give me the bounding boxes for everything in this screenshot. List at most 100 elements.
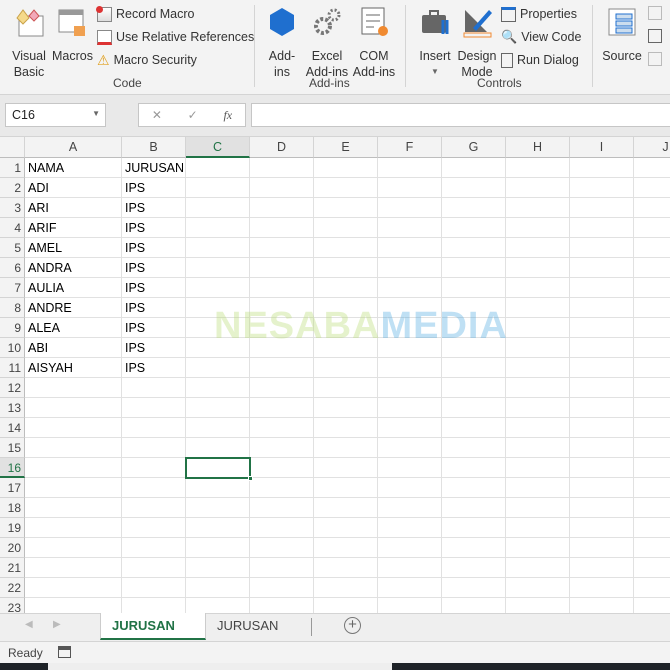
cell[interactable] bbox=[250, 418, 314, 438]
cell[interactable] bbox=[186, 338, 250, 358]
cell[interactable]: AULIA bbox=[25, 278, 122, 298]
cell[interactable] bbox=[634, 478, 670, 498]
cell[interactable] bbox=[634, 318, 670, 338]
cell[interactable] bbox=[378, 178, 442, 198]
cell[interactable] bbox=[25, 458, 122, 478]
cell[interactable] bbox=[250, 218, 314, 238]
cell[interactable] bbox=[506, 338, 570, 358]
cell[interactable] bbox=[442, 158, 506, 178]
cell[interactable] bbox=[378, 258, 442, 278]
cancel-icon[interactable]: ✕ bbox=[152, 108, 162, 122]
sheet-tab[interactable]: JURUSAN IPS bbox=[100, 613, 206, 659]
scroll-right-icon[interactable]: ▶ bbox=[53, 619, 61, 630]
cell[interactable] bbox=[634, 418, 670, 438]
cell[interactable] bbox=[250, 438, 314, 458]
row-header[interactable]: 16 bbox=[0, 458, 25, 478]
cell[interactable] bbox=[634, 518, 670, 538]
cell[interactable] bbox=[25, 538, 122, 558]
cell[interactable] bbox=[570, 358, 634, 378]
cell[interactable] bbox=[122, 518, 186, 538]
name-box[interactable]: C16 ▼ bbox=[5, 103, 106, 127]
cell[interactable] bbox=[250, 158, 314, 178]
cell[interactable] bbox=[634, 218, 670, 238]
cell[interactable] bbox=[634, 278, 670, 298]
cell[interactable] bbox=[122, 558, 186, 578]
view-code-button[interactable]: 🔍 View Code bbox=[501, 27, 581, 47]
cell[interactable] bbox=[570, 438, 634, 458]
cell[interactable] bbox=[25, 558, 122, 578]
row-header[interactable]: 11 bbox=[0, 358, 25, 378]
cell[interactable] bbox=[186, 558, 250, 578]
record-macro-button[interactable]: Record Macro bbox=[96, 4, 195, 24]
cell[interactable] bbox=[570, 598, 634, 613]
cell[interactable] bbox=[378, 238, 442, 258]
cell[interactable] bbox=[250, 378, 314, 398]
cell[interactable] bbox=[314, 178, 378, 198]
cell[interactable] bbox=[250, 178, 314, 198]
cell[interactable] bbox=[442, 318, 506, 338]
cell[interactable] bbox=[250, 298, 314, 318]
cell[interactable] bbox=[122, 578, 186, 598]
cell[interactable] bbox=[634, 578, 670, 598]
column-header-D[interactable]: D bbox=[250, 137, 314, 158]
cell[interactable] bbox=[250, 278, 314, 298]
cell[interactable] bbox=[442, 298, 506, 318]
cell[interactable] bbox=[634, 358, 670, 378]
cell[interactable] bbox=[314, 438, 378, 458]
cell[interactable] bbox=[186, 478, 250, 498]
cell[interactable] bbox=[250, 358, 314, 378]
cell[interactable]: NAMA bbox=[25, 158, 122, 178]
cell[interactable] bbox=[250, 258, 314, 278]
cell[interactable] bbox=[122, 438, 186, 458]
scroll-left-icon[interactable]: ◀ bbox=[25, 619, 33, 630]
cell[interactable] bbox=[314, 298, 378, 318]
cell[interactable] bbox=[506, 478, 570, 498]
cell[interactable] bbox=[570, 218, 634, 238]
row-header[interactable]: 2 bbox=[0, 178, 25, 198]
row-header[interactable]: 3 bbox=[0, 198, 25, 218]
column-header-J[interactable]: J bbox=[634, 137, 670, 158]
cell[interactable] bbox=[314, 498, 378, 518]
cell[interactable] bbox=[506, 438, 570, 458]
formula-input[interactable] bbox=[251, 103, 670, 127]
cell[interactable] bbox=[378, 198, 442, 218]
run-dialog-button[interactable]: Run Dialog bbox=[501, 50, 579, 70]
cell[interactable] bbox=[314, 518, 378, 538]
cell[interactable] bbox=[634, 378, 670, 398]
cell[interactable]: ANDRA bbox=[25, 258, 122, 278]
cell[interactable] bbox=[506, 298, 570, 318]
cell[interactable] bbox=[314, 318, 378, 338]
cell[interactable] bbox=[570, 318, 634, 338]
cell[interactable] bbox=[634, 498, 670, 518]
cell[interactable] bbox=[634, 558, 670, 578]
cell[interactable] bbox=[250, 498, 314, 518]
cell[interactable] bbox=[250, 398, 314, 418]
cell[interactable] bbox=[378, 478, 442, 498]
column-header-G[interactable]: G bbox=[442, 137, 506, 158]
cell[interactable] bbox=[570, 178, 634, 198]
cell[interactable] bbox=[186, 198, 250, 218]
cell[interactable]: IPS bbox=[122, 238, 186, 258]
cell[interactable]: IPS bbox=[122, 358, 186, 378]
cell[interactable] bbox=[506, 398, 570, 418]
cell[interactable] bbox=[314, 198, 378, 218]
cell[interactable] bbox=[250, 518, 314, 538]
cell[interactable] bbox=[250, 598, 314, 613]
cell[interactable] bbox=[378, 278, 442, 298]
cell[interactable] bbox=[634, 298, 670, 318]
visual-basic-button[interactable]: Visual Basic bbox=[6, 6, 52, 80]
macro-record-status-icon[interactable] bbox=[58, 646, 71, 658]
cell[interactable] bbox=[442, 238, 506, 258]
cell[interactable] bbox=[506, 378, 570, 398]
cell[interactable] bbox=[122, 378, 186, 398]
cell[interactable] bbox=[314, 278, 378, 298]
cell[interactable] bbox=[506, 558, 570, 578]
row-header[interactable]: 12 bbox=[0, 378, 25, 398]
cell[interactable] bbox=[250, 338, 314, 358]
cell[interactable] bbox=[442, 198, 506, 218]
cell[interactable] bbox=[506, 218, 570, 238]
cell[interactable] bbox=[378, 558, 442, 578]
row-header[interactable]: 6 bbox=[0, 258, 25, 278]
cell[interactable] bbox=[378, 358, 442, 378]
cell[interactable] bbox=[250, 578, 314, 598]
